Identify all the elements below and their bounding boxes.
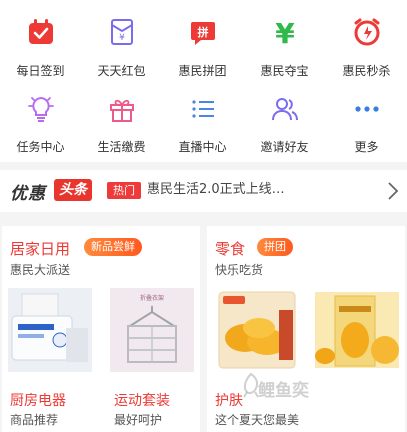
card-bottom-subtitle: 这个夏天您最美 xyxy=(215,413,300,427)
card-title: 居家日用 xyxy=(10,240,71,258)
grid-item-label: 更多 xyxy=(354,140,379,154)
news-headline[interactable]: 惠民生活2.0正式上线… xyxy=(147,181,285,199)
grid-item-label: 直播中心 xyxy=(178,140,227,154)
card-subtitle: 惠民大派送 xyxy=(10,263,71,277)
card-badge: 新品尝鲜 xyxy=(84,238,142,256)
product-image-dried-mango[interactable] xyxy=(215,288,299,372)
grid-item-label: 任务中心 xyxy=(16,140,65,154)
card-bottom-title[interactable]: 运动套装 xyxy=(114,390,170,410)
grid-item-live-center[interactable]: 直播中心 xyxy=(162,0,243,154)
grid-item-label: 生活缴费 xyxy=(97,140,146,154)
grid-item-task-center[interactable]: 任务中心 xyxy=(0,0,81,154)
card-subtitle: 快乐吃货 xyxy=(215,263,264,277)
list-icon xyxy=(191,100,214,118)
gift-icon xyxy=(109,99,134,122)
category-card-snacks[interactable]: 零食 拼团 快乐吃货 护肤 这个夏天您最美 xyxy=(207,226,405,432)
card-bottom-subtitle: 商品推荐 xyxy=(10,413,59,427)
feature-grid: 每日签到 ¥ 天天红包 拼 惠民拼团 ¥ 惠民夺宝 惠民秒杀 任务中心 生活缴费… xyxy=(0,0,407,162)
grid-item-invite-friends[interactable]: 邀请好友 xyxy=(244,0,325,154)
chevron-right-icon[interactable] xyxy=(383,180,403,202)
card-bottom-title[interactable]: 护肤 xyxy=(215,390,243,410)
users-icon xyxy=(271,98,298,121)
news-ticker[interactable]: 优惠 头条 热门 惠民生活2.0正式上线… xyxy=(0,170,407,212)
category-card-home[interactable]: 居家日用 新品尝鲜 惠民大派送 折叠衣架 厨房电器 商品推荐 运动套装 最好呵护 xyxy=(2,226,200,432)
product-image-mango-box[interactable] xyxy=(315,288,399,372)
lightbulb-icon xyxy=(27,96,54,122)
grid-item-more[interactable]: 更多 xyxy=(326,0,407,154)
grid-item-life-payment[interactable]: 生活缴费 xyxy=(81,0,162,154)
grid-item-label: 邀请好友 xyxy=(260,140,309,154)
watermark-text: 鲤鱼奕 xyxy=(258,381,309,401)
news-brand-part2: 头条 xyxy=(54,179,92,201)
more-dots-icon xyxy=(354,106,379,112)
card-bottom-subtitle: 最好呵护 xyxy=(114,413,163,427)
hot-tag: 热门 xyxy=(107,182,141,199)
card-badge: 拼团 xyxy=(257,238,293,256)
card-title: 零食 xyxy=(215,240,246,258)
card-bottom-title[interactable]: 厨房电器 xyxy=(10,390,66,410)
product-image-wipes[interactable] xyxy=(8,288,92,372)
svg-text:折叠衣架: 折叠衣架 xyxy=(140,294,164,302)
news-brand-part1: 优惠 xyxy=(10,184,46,204)
product-image-hanger[interactable]: 折叠衣架 xyxy=(110,288,194,372)
